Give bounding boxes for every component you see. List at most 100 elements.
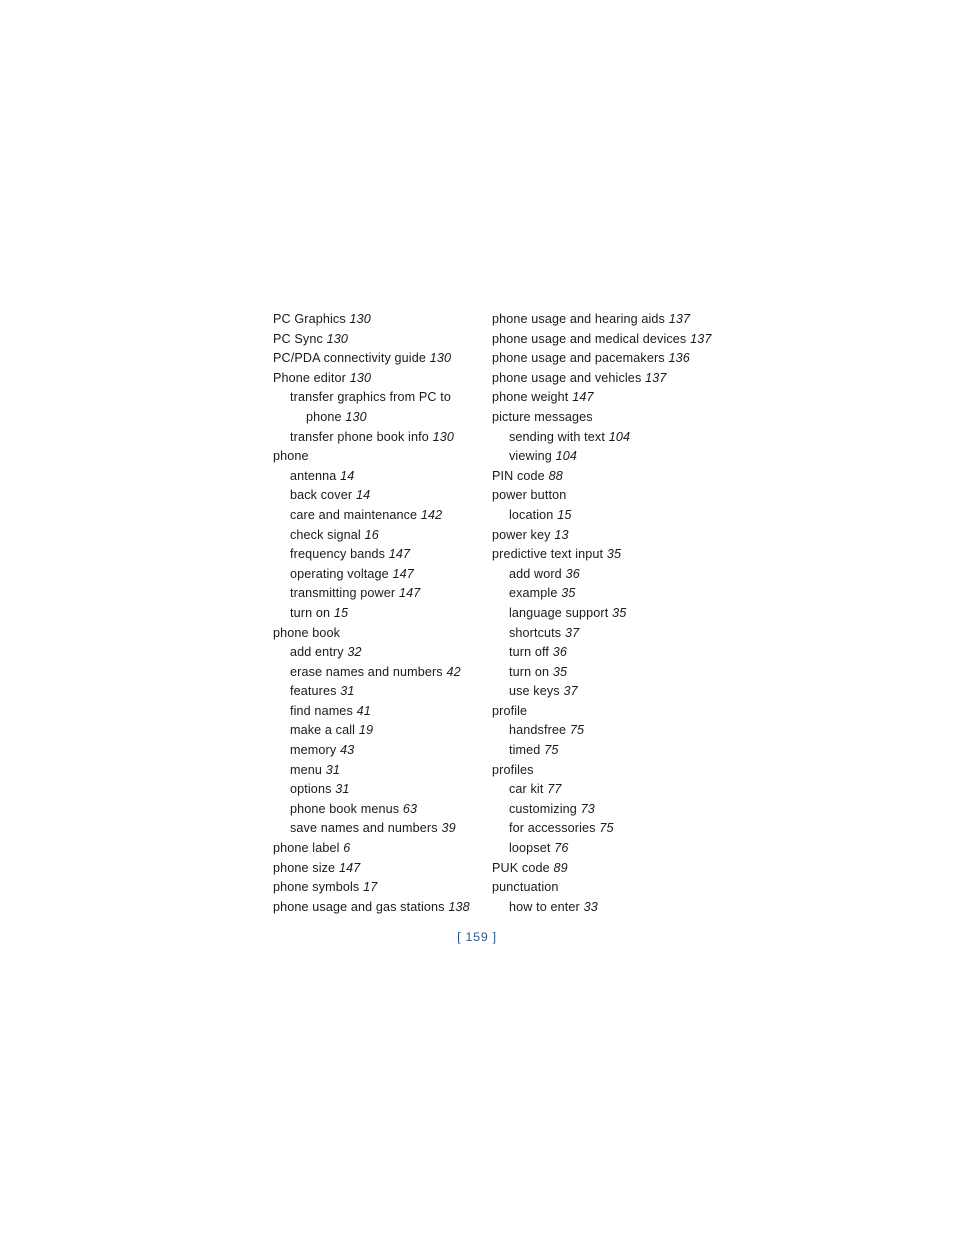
index-entry: for accessories 75 — [492, 819, 713, 839]
index-entry: add word 36 — [492, 565, 713, 585]
index-entry-term: power key — [492, 527, 551, 542]
index-entry-page: 147 — [572, 390, 594, 405]
index-entry-page: 147 — [338, 860, 361, 875]
index-entry-page: 130 — [432, 429, 455, 444]
index-entry: customizing 73 — [492, 800, 713, 820]
index-entry-page: 37 — [565, 625, 580, 640]
index-entry: profile — [492, 702, 713, 722]
index-entry-page: 73 — [580, 801, 595, 816]
index-entry: back cover 14 — [273, 486, 488, 506]
index-entry: memory 43 — [273, 741, 488, 761]
index-entry-page: 137 — [668, 312, 691, 326]
index-entry-term: example — [509, 586, 558, 601]
index-entry-page: 16 — [364, 527, 379, 542]
index-entry-term: PIN code — [492, 468, 545, 483]
index-entry-term: punctuation — [492, 880, 559, 895]
index-entry: PC/PDA connectivity guide 130 — [273, 349, 488, 369]
index-column-right: phone usage and hearing aids 137 phone usa… — [492, 310, 713, 917]
index-entry-term: sending with text — [509, 429, 605, 444]
index-entry-page: 15 — [333, 605, 349, 620]
index-entry-term: find names — [290, 703, 353, 718]
index-entry-page: 137 — [690, 331, 712, 346]
index-entry: phone usage and medical devices 137 — [492, 330, 713, 350]
index-entry-term: turn off — [509, 645, 549, 660]
index-entry-page: 36 — [552, 645, 568, 660]
index-entry: operating voltage 147 — [273, 565, 488, 585]
index-entry-term: options — [290, 782, 332, 797]
index-entry-page: 76 — [554, 841, 569, 856]
index-entry-term: phone usage and gas stations — [273, 899, 445, 914]
index-entry-page: 17 — [363, 880, 378, 895]
index-entry: check signal 16 — [273, 526, 488, 546]
index-entry-page: 77 — [547, 782, 562, 797]
index-entry: use keys 37 — [492, 682, 713, 702]
index-entry-term: phone book — [273, 625, 341, 640]
index-entry-page: 75 — [569, 723, 585, 738]
index-entry-term: profiles — [492, 762, 534, 777]
index-entry-page: 147 — [392, 566, 414, 581]
index-entry-page: 14 — [340, 468, 355, 483]
index-entry-page: 19 — [358, 723, 374, 738]
index-entry-page: 75 — [599, 821, 614, 836]
index-entry-term: use keys — [509, 684, 560, 699]
index-entry-term: phone usage and hearing aids — [492, 312, 665, 326]
page-number: [ 159 ] — [457, 930, 497, 944]
index-entry-term: erase names and numbers — [290, 664, 443, 679]
index-entry-page: 104 — [555, 449, 578, 464]
index-entry-term: phone usage and medical devices — [492, 331, 687, 346]
index-entry-term: make a call — [290, 723, 356, 738]
index-entry: phone usage and vehicles 137 — [492, 369, 713, 389]
index-entry: phone book menus 63 — [273, 800, 488, 820]
index-entry: power button — [492, 486, 713, 506]
index-entry-page: 43 — [340, 743, 355, 758]
index-entry: PC Sync 130 — [273, 330, 488, 350]
index-entry-page: 41 — [356, 703, 371, 718]
index-entry-term: add word — [509, 566, 562, 581]
index-columns: PC Graphics 130 PC Sync 130 PC/PDA connectiv… — [273, 310, 713, 917]
index-entry-term: phone weight — [492, 390, 569, 405]
index-entry-term: for accessories — [509, 821, 596, 836]
index-entry-page: 35 — [612, 605, 627, 620]
index-entry-term: predictive text input — [492, 547, 604, 562]
index-entry-page: 37 — [563, 684, 578, 699]
index-entry: viewing 104 — [492, 447, 713, 467]
index-entry-page: 136 — [668, 351, 690, 366]
index-entry: how to enter 33 — [492, 898, 713, 918]
index-entry: make a call 19 — [273, 721, 488, 741]
index-entry-term: transfer phone book info — [290, 429, 429, 444]
index-entry-term: features — [290, 684, 337, 699]
index-entry: handsfree 75 — [492, 721, 713, 741]
index-entry-term: car kit — [509, 782, 544, 797]
index-entry: menu 31 — [273, 761, 488, 781]
index-entry: phone label 6 — [273, 839, 488, 859]
index-column-left: PC Graphics 130 PC Sync 130 PC/PDA connectiv… — [273, 310, 488, 917]
index-entry: turn on 35 — [492, 663, 713, 683]
index-entry-page: 13 — [554, 527, 569, 542]
index-entry-term: transfer graphics from PC to — [290, 390, 452, 405]
index-entry-page: 31 — [325, 762, 341, 777]
index-entry-term: Phone editor — [273, 370, 346, 385]
index-entry-page: 130 — [349, 312, 371, 326]
index-entry-term: memory — [290, 743, 337, 758]
index-entry-page: 14 — [355, 488, 371, 503]
index-entry: sending with text 104 — [492, 428, 713, 448]
index-entry: transfer phone book info 130 — [273, 428, 488, 448]
index-entry: care and maintenance 142 — [273, 506, 488, 526]
index-page: PC Graphics 130 PC Sync 130 PC/PDA connectiv… — [0, 0, 954, 1235]
index-entry-term: location — [509, 507, 554, 522]
index-entry: power key 13 — [492, 526, 713, 546]
index-entry: features 31 — [273, 682, 488, 702]
index-entry-page: 142 — [420, 507, 443, 522]
index-entry: turn on 15 — [273, 604, 488, 624]
index-entry-page: 138 — [448, 899, 470, 914]
index-entry-term: phone — [306, 409, 342, 424]
index-entry: profiles — [492, 761, 713, 781]
index-entry-term: phone book menus — [290, 801, 400, 816]
index-entry-page: 6 — [343, 841, 351, 856]
index-entry: PIN code 88 — [492, 467, 713, 487]
index-entry: erase names and numbers 42 — [273, 663, 488, 683]
index-entry-term: antenna — [290, 468, 337, 483]
index-entry-term: shortcuts — [509, 625, 562, 640]
index-entry-page: 130 — [345, 409, 367, 424]
index-entry: frequency bands 147 — [273, 545, 488, 565]
